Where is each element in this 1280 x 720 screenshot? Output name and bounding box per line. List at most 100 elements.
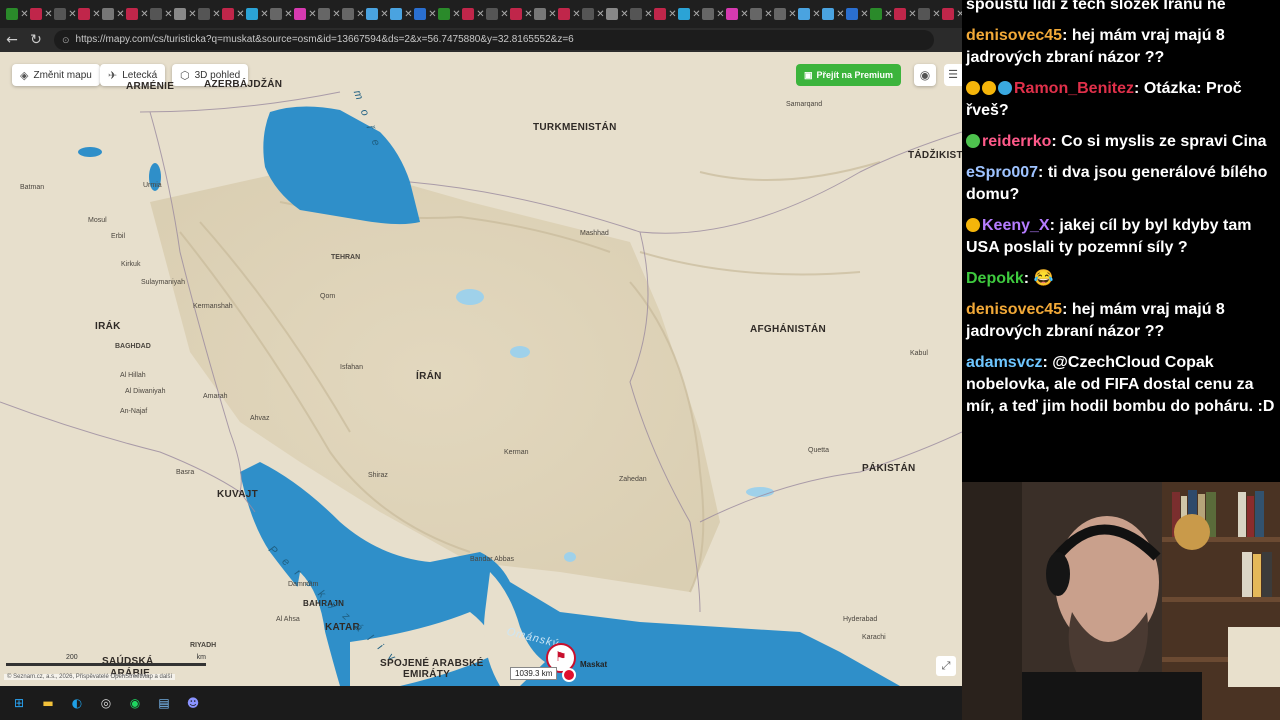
chat-username[interactable]: Depokk	[966, 270, 1024, 287]
close-tab-icon[interactable]: ✕	[596, 9, 605, 20]
browser-tab[interactable]	[102, 8, 114, 20]
windows-start-icon[interactable]: ⊞	[10, 694, 28, 712]
expand-icon[interactable]: ⤢	[936, 656, 956, 676]
browser-tab[interactable]	[870, 8, 882, 20]
browser-tab[interactable]	[438, 8, 450, 20]
close-tab-icon[interactable]: ✕	[44, 9, 53, 20]
close-tab-icon[interactable]: ✕	[884, 9, 893, 20]
browser-tab[interactable]	[846, 8, 858, 20]
browser-tab[interactable]	[270, 8, 282, 20]
close-tab-icon[interactable]: ✕	[476, 9, 485, 20]
close-tab-icon[interactable]: ✕	[404, 9, 413, 20]
change-map-button[interactable]: ◈ Změnit mapu	[12, 64, 100, 86]
close-tab-icon[interactable]: ✕	[812, 9, 821, 20]
close-tab-icon[interactable]: ✕	[20, 9, 29, 20]
browser-tab[interactable]	[750, 8, 762, 20]
browser-tab[interactable]	[606, 8, 618, 20]
close-tab-icon[interactable]: ✕	[932, 9, 941, 20]
close-tab-icon[interactable]: ✕	[284, 9, 293, 20]
browser-tab[interactable]	[78, 8, 90, 20]
map-view[interactable]: ◈ Změnit mapu ✈ Letecká ⬡ 3D pohled ▣ Př…	[0, 52, 962, 686]
browser-tab[interactable]	[30, 8, 42, 20]
browser-tab[interactable]	[294, 8, 306, 20]
menu-icon[interactable]: ☰	[944, 64, 962, 86]
close-tab-icon[interactable]: ✕	[68, 9, 77, 20]
close-tab-icon[interactable]: ✕	[140, 9, 149, 20]
browser-tab[interactable]	[726, 8, 738, 20]
browser-tab[interactable]	[198, 8, 210, 20]
close-tab-icon[interactable]: ✕	[164, 9, 173, 20]
chat-username[interactable]: adamsvcz	[966, 354, 1043, 371]
close-tab-icon[interactable]: ✕	[860, 9, 869, 20]
map-attribution[interactable]: © Seznam.cz, a.s., 2026, Přispěvatelé Op…	[4, 674, 176, 680]
premium-button[interactable]: ▣ Přejít na Premium	[796, 64, 902, 86]
obs-icon[interactable]: ◎	[97, 694, 115, 712]
notepad-icon[interactable]: ▤	[155, 694, 173, 712]
browser-tab[interactable]	[174, 8, 186, 20]
back-arrow-icon[interactable]: ←	[0, 32, 24, 48]
browser-tab[interactable]	[774, 8, 786, 20]
browser-tab[interactable]	[822, 8, 834, 20]
close-tab-icon[interactable]: ✕	[332, 9, 341, 20]
close-tab-icon[interactable]: ✕	[308, 9, 317, 20]
browser-tab[interactable]	[678, 8, 690, 20]
chat-username[interactable]: denisovec45	[966, 27, 1062, 44]
close-tab-icon[interactable]: ✕	[668, 9, 677, 20]
locate-icon[interactable]: ◉	[914, 64, 936, 86]
browser-tab[interactable]	[486, 8, 498, 20]
close-tab-icon[interactable]: ✕	[356, 9, 365, 20]
close-tab-icon[interactable]: ✕	[500, 9, 509, 20]
browser-tab[interactable]	[558, 8, 570, 20]
close-tab-icon[interactable]: ✕	[92, 9, 101, 20]
chat-username[interactable]: Keeny_X	[982, 217, 1050, 234]
close-tab-icon[interactable]: ✕	[572, 9, 581, 20]
close-tab-icon[interactable]: ✕	[116, 9, 125, 20]
browser-tab[interactable]	[462, 8, 474, 20]
browser-tab[interactable]	[630, 8, 642, 20]
close-tab-icon[interactable]: ✕	[548, 9, 557, 20]
close-tab-icon[interactable]: ✕	[236, 9, 245, 20]
browser-tab[interactable]	[894, 8, 906, 20]
reload-icon[interactable]: ↻	[24, 32, 48, 48]
browser-tab[interactable]	[414, 8, 426, 20]
browser-tab[interactable]	[534, 8, 546, 20]
close-tab-icon[interactable]: ✕	[428, 9, 437, 20]
close-tab-icon[interactable]: ✕	[716, 9, 725, 20]
browser-tab[interactable]	[942, 8, 954, 20]
discord-icon[interactable]: ☻	[184, 694, 202, 712]
file-explorer-icon[interactable]: ▬	[39, 694, 57, 712]
browser-tab[interactable]	[342, 8, 354, 20]
browser-tab[interactable]	[222, 8, 234, 20]
chat-username[interactable]: Ramon_Benitez	[1014, 80, 1134, 97]
close-tab-icon[interactable]: ✕	[908, 9, 917, 20]
close-tab-icon[interactable]: ✕	[452, 9, 461, 20]
spotify-icon[interactable]: ◉	[126, 694, 144, 712]
close-tab-icon[interactable]: ✕	[740, 9, 749, 20]
browser-tab[interactable]	[798, 8, 810, 20]
close-tab-icon[interactable]: ✕	[764, 9, 773, 20]
chat-username[interactable]: reiderrko	[982, 133, 1051, 150]
close-tab-icon[interactable]: ✕	[620, 9, 629, 20]
browser-tab[interactable]	[6, 8, 18, 20]
browser-tab[interactable]	[126, 8, 138, 20]
close-tab-icon[interactable]: ✕	[836, 9, 845, 20]
browser-tab[interactable]	[390, 8, 402, 20]
browser-tab[interactable]	[654, 8, 666, 20]
close-tab-icon[interactable]: ✕	[380, 9, 389, 20]
browser-tab[interactable]	[510, 8, 522, 20]
close-tab-icon[interactable]: ✕	[692, 9, 701, 20]
chat-username[interactable]: eSpro007	[966, 164, 1038, 181]
edge-browser-icon[interactable]: ◐	[68, 694, 86, 712]
browser-tab[interactable]	[150, 8, 162, 20]
browser-tab[interactable]	[918, 8, 930, 20]
close-tab-icon[interactable]: ✕	[260, 9, 269, 20]
close-tab-icon[interactable]: ✕	[788, 9, 797, 20]
browser-tab[interactable]	[366, 8, 378, 20]
close-tab-icon[interactable]: ✕	[212, 9, 221, 20]
close-tab-icon[interactable]: ✕	[644, 9, 653, 20]
browser-tab[interactable]	[54, 8, 66, 20]
browser-tab[interactable]	[702, 8, 714, 20]
chat-username[interactable]: denisovec45	[966, 301, 1062, 318]
url-field[interactable]: ⊙ https://mapy.com/cs/turisticka?q=muska…	[54, 30, 934, 50]
browser-tab[interactable]	[246, 8, 258, 20]
